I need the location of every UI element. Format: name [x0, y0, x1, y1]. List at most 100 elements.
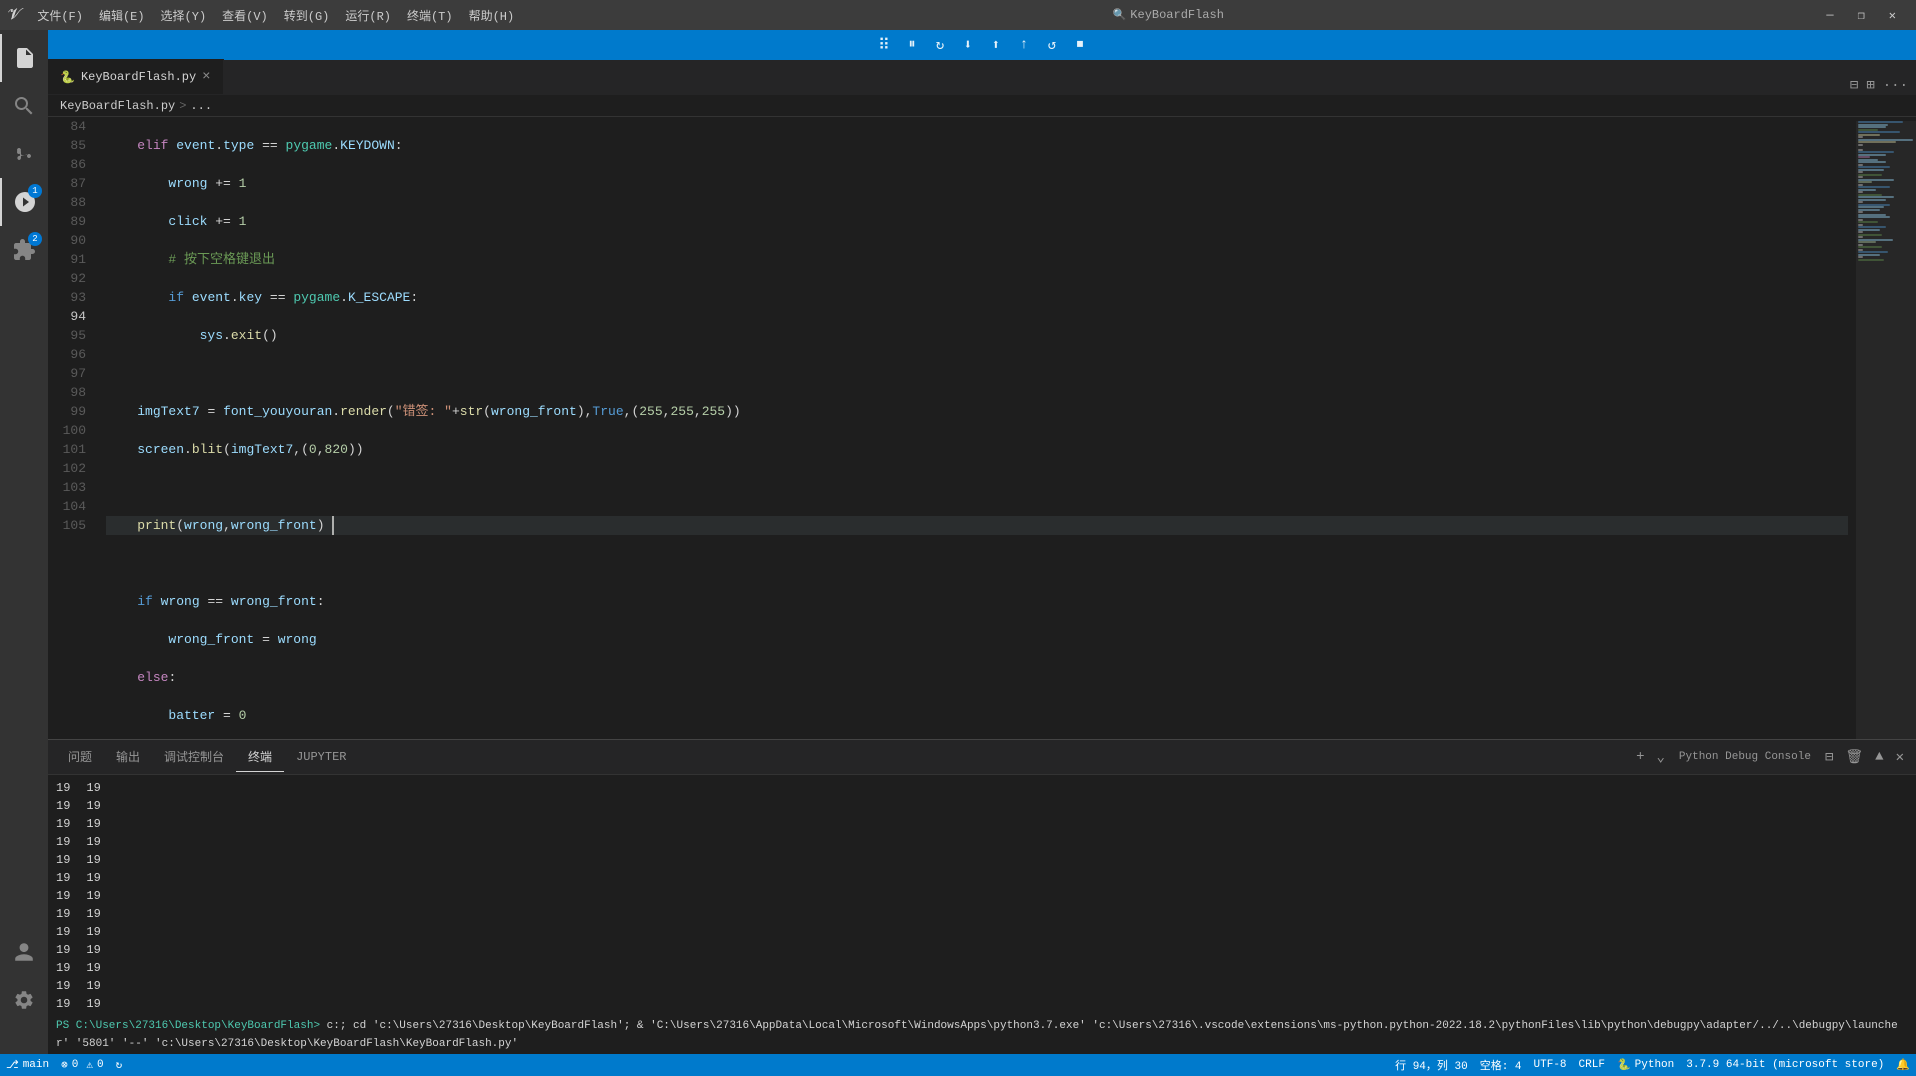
status-warning-count: 0: [97, 1059, 104, 1071]
term-output-2: 1919: [56, 797, 1908, 815]
minimap: [1856, 117, 1916, 739]
activity-account[interactable]: [0, 928, 48, 976]
status-branch[interactable]: ⎇ main: [0, 1058, 55, 1072]
debug-restart-btn[interactable]: ↻: [928, 33, 952, 57]
menu-view[interactable]: 查看(V): [214, 3, 276, 28]
live-share-icon: ↻: [116, 1058, 123, 1072]
activity-settings[interactable]: [0, 976, 48, 1024]
debug-pause-btn[interactable]: ⏸: [900, 33, 924, 57]
editor-wrapper: ⠿ ⏸ ↻ ⬇ ⬆ ↑ ↺ ⏹ 🐍 KeyBoardFlash.py × ⊟ ⊞…: [48, 30, 1916, 1054]
bell-icon: 🔔: [1896, 1058, 1910, 1072]
tab-label: KeyBoardFlash.py: [81, 70, 196, 84]
kill-terminal-btn[interactable]: 🗑: [1841, 747, 1867, 768]
debug-step-into-btn[interactable]: ⬆: [984, 33, 1008, 57]
term-output-9: 1919: [56, 923, 1908, 941]
close-button[interactable]: ✕: [1877, 4, 1908, 27]
tab-debug-console[interactable]: 调试控制台: [152, 742, 236, 772]
debug-grid-btn[interactable]: ⠿: [872, 33, 896, 57]
menu-run[interactable]: 运行(R): [337, 3, 399, 28]
error-icon: ⊗: [61, 1058, 68, 1072]
breadcrumb: KeyBoardFlash.py > ...: [48, 95, 1916, 117]
debug-step-out-btn[interactable]: ↑: [1012, 33, 1036, 57]
window-controls: — ❐ ✕: [1814, 4, 1908, 27]
tab-terminal[interactable]: 终端: [236, 742, 284, 772]
tabs-bar: 🐍 KeyBoardFlash.py × ⊟ ⊞ ···: [48, 60, 1916, 95]
tab-keyboardflash[interactable]: 🐍 KeyBoardFlash.py ×: [48, 59, 224, 94]
status-line-ending[interactable]: CRLF: [1573, 1057, 1611, 1073]
status-notification[interactable]: 🔔: [1890, 1057, 1916, 1073]
term-output-5: 1919: [56, 851, 1908, 869]
status-spaces[interactable]: 空格: 4: [1474, 1057, 1528, 1073]
code-editor[interactable]: 84 85 86 87 88 89 90 91 92 93 94 95 96 9…: [48, 117, 1916, 739]
breadcrumb-symbol[interactable]: ...: [190, 99, 212, 113]
code-line-99: batter = 0: [106, 706, 1848, 725]
menu-edit[interactable]: 编辑(E): [91, 3, 153, 28]
code-line-91: imgText7 = font_youyouran.render("错签: "+…: [106, 402, 1848, 421]
code-line-97: wrong_front = wrong: [106, 630, 1848, 649]
debug-step-over-btn[interactable]: ⬇: [956, 33, 980, 57]
activity-search[interactable]: [0, 82, 48, 130]
tab-output[interactable]: 输出: [104, 742, 152, 772]
app-icon: 𝓥: [8, 6, 21, 24]
activity-bottom: [0, 928, 48, 1024]
titlebar: 𝓥 文件(F) 编辑(E) 选择(Y) 查看(V) 转到(G) 运行(R) 终端…: [0, 0, 1916, 30]
close-panel-btn[interactable]: ✕: [1892, 747, 1908, 768]
activity-run[interactable]: 1: [0, 178, 48, 226]
code-line-98: else:: [106, 668, 1848, 687]
debug-toolbar: ⠿ ⏸ ↻ ⬇ ⬆ ↑ ↺ ⏹: [48, 30, 1916, 60]
status-line-col[interactable]: 行 94，列 30: [1389, 1057, 1474, 1073]
term-output-6: 1919: [56, 869, 1908, 887]
term-output-3: 1919: [56, 815, 1908, 833]
code-line-87: # 按下空格键退出: [106, 250, 1848, 269]
activity-files[interactable]: [0, 34, 48, 82]
line-numbers: 84 85 86 87 88 89 90 91 92 93 94 95 96 9…: [48, 117, 98, 739]
code-line-90: [106, 364, 1848, 383]
terminal-content[interactable]: 1919 1919 1919 1919 1919 1919 1919 1919 …: [48, 775, 1916, 1054]
new-terminal-btn[interactable]: +: [1632, 747, 1648, 767]
debug-reload-btn[interactable]: ↺: [1040, 33, 1064, 57]
status-version[interactable]: 3.7.9 64-bit (microsoft store): [1680, 1057, 1890, 1073]
menu-terminal[interactable]: 终端(T): [399, 3, 461, 28]
menu-select[interactable]: 选择(Y): [153, 3, 215, 28]
term-output-12: 1919: [56, 977, 1908, 995]
python-debug-console-label: Python Debug Console: [1679, 751, 1811, 763]
status-errors[interactable]: ⊗ 0 ⚠ 0: [55, 1058, 109, 1072]
run-badge: 1: [28, 184, 42, 198]
maximize-button[interactable]: ❐: [1846, 4, 1877, 27]
status-live[interactable]: ↻: [110, 1058, 129, 1072]
status-encoding[interactable]: UTF-8: [1528, 1057, 1573, 1073]
breadcrumb-file[interactable]: KeyBoardFlash.py: [60, 99, 175, 113]
split-terminal-btn[interactable]: ⊟: [1821, 747, 1837, 768]
term-output-8: 1919: [56, 905, 1908, 923]
editor-layout-icon[interactable]: ⊟: [1850, 77, 1858, 94]
code-line-85: wrong += 1: [106, 174, 1848, 193]
terminal-panel: 问题 输出 调试控制台 终端 JUPYTER + ⌄ Python Debug …: [48, 739, 1916, 1054]
term-output-1: 1919: [56, 779, 1908, 797]
warning-icon: ⚠: [86, 1058, 93, 1072]
split-editor-icon[interactable]: ⊞: [1866, 77, 1874, 94]
activity-extensions[interactable]: 2: [0, 226, 48, 274]
code-line-94: print(wrong,wrong_front): [106, 516, 1848, 535]
minimize-button[interactable]: —: [1814, 4, 1845, 27]
code-line-86: click += 1: [106, 212, 1848, 231]
extensions-badge: 2: [28, 232, 42, 246]
code-line-84: elif event.type == pygame.KEYDOWN:: [106, 136, 1848, 155]
term-output-7: 1919: [56, 887, 1908, 905]
code-line-96: if wrong == wrong_front:: [106, 592, 1848, 611]
menu-goto[interactable]: 转到(G): [276, 3, 338, 28]
status-right: 行 94，列 30 空格: 4 UTF-8 CRLF 🐍 Python 3.7.…: [1389, 1057, 1916, 1073]
terminal-dropdown-btn[interactable]: ⌄: [1652, 747, 1668, 768]
code-line-95: [106, 554, 1848, 573]
status-language[interactable]: 🐍 Python: [1611, 1057, 1680, 1073]
tab-jupyter[interactable]: JUPYTER: [284, 744, 358, 771]
menu-help[interactable]: 帮助(H): [461, 3, 523, 28]
code-content[interactable]: elif event.type == pygame.KEYDOWN: wrong…: [98, 117, 1856, 739]
maximize-panel-btn[interactable]: ▲: [1871, 747, 1887, 767]
more-actions-icon[interactable]: ···: [1883, 78, 1908, 94]
activity-bar: 1 2: [0, 30, 48, 1054]
debug-stop-btn[interactable]: ⏹: [1068, 33, 1092, 57]
menu-file[interactable]: 文件(F): [29, 3, 91, 28]
tab-problems[interactable]: 问题: [56, 742, 104, 772]
activity-source-control[interactable]: [0, 130, 48, 178]
tab-close-button[interactable]: ×: [202, 69, 210, 85]
